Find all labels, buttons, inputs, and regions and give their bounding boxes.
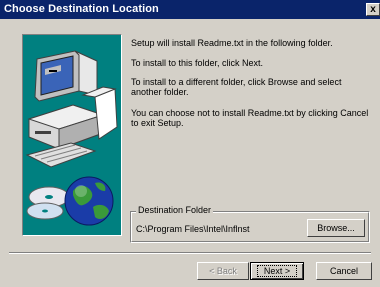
- cancel-instruction-text: You can choose not to install Readme.txt…: [131, 108, 369, 128]
- browse-instruction-text: To install to a different folder, click …: [131, 77, 342, 97]
- destination-path: C:\Program Files\Intel\Inflnst: [136, 224, 250, 234]
- cancel-button[interactable]: Cancel: [316, 262, 372, 280]
- close-icon: x: [370, 4, 376, 15]
- setup-illustration-graphic: [25, 50, 118, 226]
- close-button[interactable]: x: [366, 3, 380, 16]
- setup-dialog: Choose Destination Location x Setup will…: [0, 0, 380, 287]
- destination-folder-label: Destination Folder: [136, 205, 214, 215]
- setup-illustration: [22, 34, 122, 236]
- next-instruction-text: To install to this folder, click Next.: [131, 58, 264, 68]
- globe-icon: [64, 176, 114, 226]
- button-separator: [9, 252, 371, 254]
- compact-disc-icon: [26, 186, 70, 220]
- title-bar[interactable]: Choose Destination Location x: [0, 0, 380, 19]
- next-button[interactable]: Next >: [250, 262, 304, 280]
- back-button[interactable]: < Back: [197, 262, 249, 280]
- computer-icon: [25, 50, 118, 168]
- intro-text: Setup will install Readme.txt in the fol…: [131, 38, 333, 48]
- browse-button[interactable]: Browse...: [307, 219, 365, 237]
- next-button-label: Next >: [256, 265, 298, 277]
- dialog-title: Choose Destination Location: [4, 3, 159, 15]
